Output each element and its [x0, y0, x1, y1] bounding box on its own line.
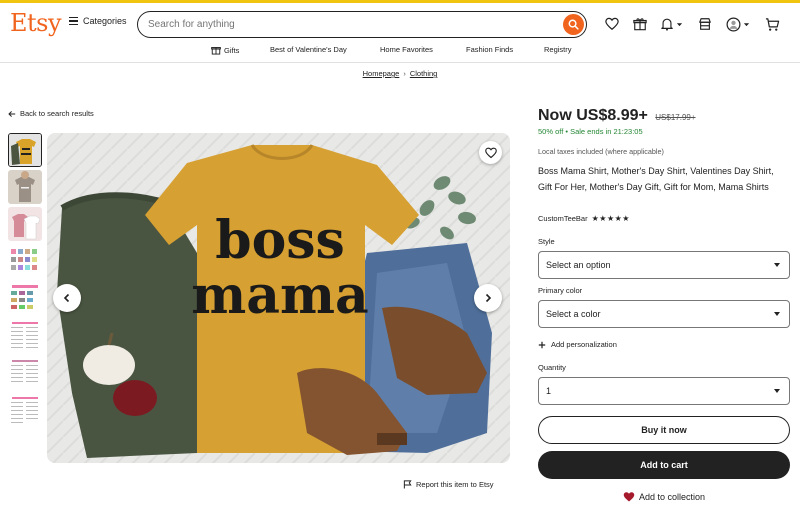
back-link-label: Back to search results: [20, 109, 94, 118]
cart-icon[interactable]: [765, 16, 780, 32]
gift-icon: [211, 47, 221, 55]
thumbnail-5[interactable]: [8, 282, 42, 316]
arrow-left-icon: [8, 110, 16, 117]
back-to-search-link[interactable]: Back to search results: [8, 109, 94, 118]
quantity-label: Quantity: [538, 363, 566, 372]
shop-manager-icon[interactable]: [698, 16, 712, 32]
price-original: US$17.99+: [655, 113, 696, 122]
search-button[interactable]: [563, 14, 584, 35]
heart-outline-icon: [484, 147, 497, 158]
caret-down-icon: [774, 312, 780, 316]
next-image-button[interactable]: [474, 284, 502, 312]
shirt-text-boss: boss: [215, 210, 345, 271]
thumbnail-4[interactable]: [8, 245, 42, 279]
thumbnail-7[interactable]: [8, 357, 42, 391]
style-select-value: Select an option: [546, 260, 611, 270]
chevron-right-icon: [485, 293, 492, 303]
rating-stars: ★★★★★: [591, 214, 630, 223]
breadcrumb-clothing[interactable]: Clothing: [410, 69, 438, 78]
breadcrumb-homepage[interactable]: Homepage: [363, 69, 400, 78]
style-select[interactable]: Select an option: [538, 251, 790, 279]
account-avatar-icon[interactable]: [726, 16, 750, 32]
search-bar: [137, 11, 587, 38]
nav-item-fashion-finds[interactable]: Fashion Finds: [466, 45, 513, 54]
breadcrumb-separator: ›: [403, 69, 406, 78]
add-personalization-label: Add personalization: [551, 340, 617, 349]
shop-info: CustomTeeBar ★★★★★: [538, 214, 630, 223]
listing-title: Boss Mama Shirt, Mother's Day Shirt, Val…: [538, 166, 774, 192]
favorites-icon[interactable]: [605, 16, 619, 32]
style-label: Style: [538, 237, 555, 246]
thumbnail-3[interactable]: [8, 207, 42, 241]
thumbnail-2[interactable]: [8, 170, 42, 204]
report-label: Report this item to Etsy: [416, 480, 494, 489]
gift-icon[interactable]: [633, 16, 647, 32]
plus-icon: [538, 341, 546, 348]
color-select[interactable]: Select a color: [538, 300, 790, 328]
color-label: Primary color: [538, 286, 583, 295]
chevron-down-icon: [676, 22, 683, 26]
notifications-icon[interactable]: [660, 16, 683, 32]
taxes-note: Local taxes included (where applicable): [538, 147, 664, 156]
quantity-select-value: 1: [546, 386, 552, 396]
search-icon: [568, 19, 579, 30]
header-icons: [600, 16, 785, 34]
caret-down-icon: [774, 263, 780, 267]
previous-image-button[interactable]: [53, 284, 81, 312]
nav-item-home-favorites[interactable]: Home Favorites: [380, 45, 433, 54]
menu-icon: [69, 17, 78, 25]
heart-filled-icon: [623, 492, 635, 502]
thumbnail-6[interactable]: [8, 319, 42, 353]
breadcrumb: Homepage › Clothing: [0, 69, 800, 78]
flag-icon: [403, 480, 412, 489]
chevron-left-icon: [63, 293, 70, 303]
nav-item-valentines[interactable]: Best of Valentine's Day: [270, 45, 347, 54]
chevron-down-icon: [743, 22, 750, 26]
sale-text: 50% off • Sale ends in 21:23:05: [538, 127, 643, 136]
top-nav: Gifts Best of Valentine's Day Home Favor…: [0, 42, 800, 62]
add-to-collection-label: Add to collection: [638, 492, 706, 502]
header: Etsy Categories: [0, 3, 800, 41]
main-product-image: boss mama: [47, 133, 510, 463]
favorite-button[interactable]: [479, 141, 502, 164]
quantity-select[interactable]: 1: [538, 377, 790, 405]
add-to-collection-button[interactable]: Add to collection: [538, 491, 790, 503]
etsy-logo[interactable]: Etsy: [10, 9, 62, 37]
nav-item-label: Gifts: [224, 45, 240, 55]
shop-name[interactable]: CustomTeeBar: [538, 214, 588, 223]
price-now: Now US$8.99+: [538, 107, 648, 124]
caret-down-icon: [774, 389, 780, 393]
categories-label: Categories: [83, 16, 127, 26]
thumbnail-8[interactable]: [8, 394, 42, 428]
price: Now US$8.99+ US$17.99+: [538, 107, 696, 125]
header-divider: [0, 62, 800, 63]
buy-it-now-button[interactable]: Buy it now: [538, 416, 790, 444]
report-item-link[interactable]: Report this item to Etsy: [403, 480, 494, 489]
search-input[interactable]: [148, 17, 548, 31]
add-to-cart-button[interactable]: Add to cart: [538, 451, 790, 479]
nav-item-gifts[interactable]: Gifts: [211, 45, 239, 55]
nav-item-registry[interactable]: Registry: [544, 45, 572, 54]
color-select-value: Select a color: [546, 309, 601, 319]
thumbnail-1[interactable]: [8, 133, 42, 167]
categories-button[interactable]: Categories: [69, 16, 127, 26]
add-personalization-button[interactable]: Add personalization: [538, 340, 617, 349]
shirt-text-mama: mama: [191, 265, 368, 326]
